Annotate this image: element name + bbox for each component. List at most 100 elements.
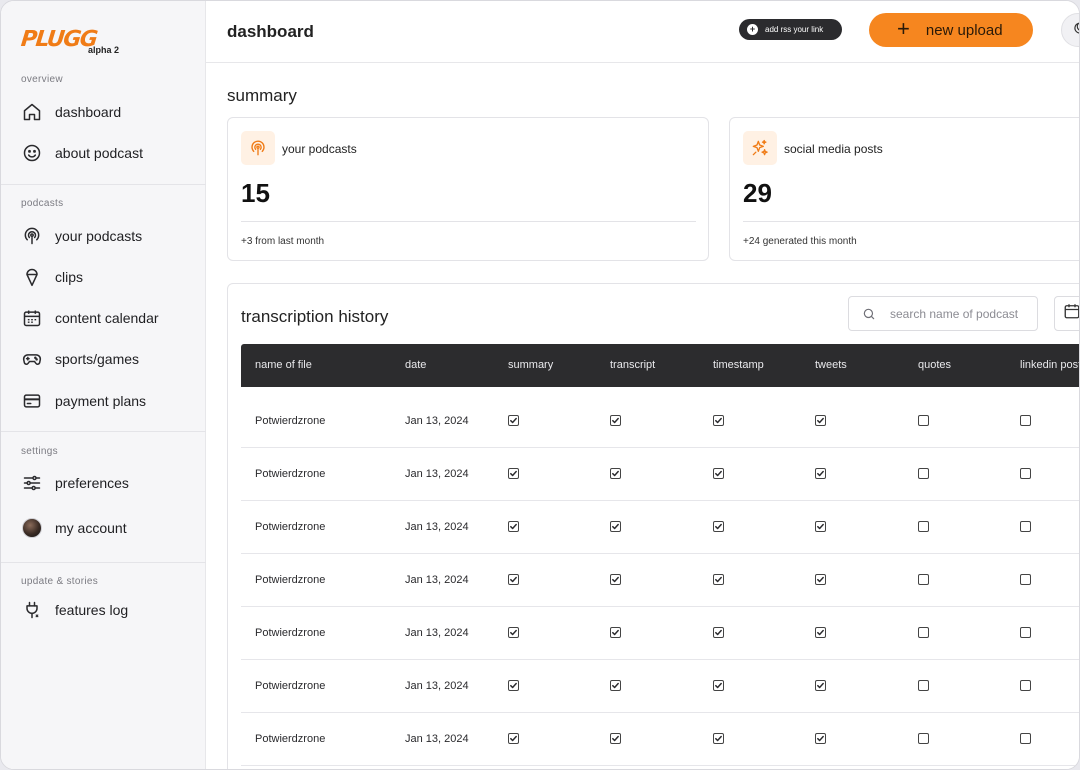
column-header[interactable]: quotes	[918, 359, 951, 371]
sidebar-item-preferences[interactable]: preferences	[21, 468, 196, 498]
checkbox-unchecked[interactable]	[918, 521, 929, 532]
card-label: your podcasts	[282, 142, 357, 156]
checkbox-unchecked[interactable]	[1020, 468, 1031, 479]
sidebar-item-about-podcast[interactable]: about podcast	[21, 138, 196, 168]
checkbox-checked[interactable]	[815, 521, 826, 532]
checkbox-checked[interactable]	[815, 415, 826, 426]
file-name-cell: Potwierdzrone	[255, 733, 326, 745]
file-name-cell: Potwierdzrone	[255, 627, 326, 639]
sidebar: PLUGG alpha 2 overview dashboard about p…	[1, 1, 206, 769]
checkbox-checked[interactable]	[815, 680, 826, 691]
checkbox-checked[interactable]	[815, 574, 826, 585]
theme-toggle-button[interactable]	[1061, 13, 1079, 47]
sidebar-item-features-log[interactable]: features log	[21, 595, 196, 625]
checkbox-checked[interactable]	[610, 468, 621, 479]
sidebar-item-label: your podcasts	[55, 228, 143, 244]
checkbox-checked[interactable]	[713, 415, 724, 426]
plug-icon	[21, 599, 43, 621]
new-upload-label: new upload	[925, 21, 1003, 39]
checkbox-checked[interactable]	[815, 468, 826, 479]
checkbox-checked[interactable]	[610, 680, 621, 691]
table-row[interactable]: Potwierdzrone Jan 13, 2024	[241, 448, 1079, 501]
logo[interactable]: PLUGG alpha 2	[20, 27, 119, 57]
checkbox-checked[interactable]	[508, 468, 519, 479]
checkbox-unchecked[interactable]	[1020, 574, 1031, 585]
sidebar-item-label: clips	[55, 269, 84, 285]
table-row[interactable]: Potwierdzrone Jan 13, 2024	[241, 501, 1079, 554]
checkbox-checked[interactable]	[610, 733, 621, 744]
moon-icon	[1073, 21, 1079, 40]
sidebar-item-clips[interactable]: clips	[21, 262, 196, 292]
column-header[interactable]: tweets	[815, 359, 847, 371]
date-cell: Jan 13, 2024	[405, 733, 469, 745]
checkbox-checked[interactable]	[815, 627, 826, 638]
card-divider	[241, 221, 696, 222]
checkbox-checked[interactable]	[508, 733, 519, 744]
sparkle-icon	[743, 131, 777, 165]
checkbox-checked[interactable]	[815, 733, 826, 744]
date-filter-button[interactable]	[1054, 296, 1079, 331]
checkbox-checked[interactable]	[508, 680, 519, 691]
checkbox-unchecked[interactable]	[1020, 733, 1031, 744]
sidebar-item-label: payment plans	[55, 393, 147, 409]
checkbox-checked[interactable]	[610, 415, 621, 426]
sidebar-item-sports-games[interactable]: sports/games	[21, 344, 196, 374]
checkbox-checked[interactable]	[713, 680, 724, 691]
sidebar-item-dashboard[interactable]: dashboard	[21, 97, 196, 127]
file-name-cell: Potwierdzrone	[255, 521, 326, 533]
table-row[interactable]: Potwierdzrone Jan 13, 2024	[241, 713, 1079, 766]
file-name-cell: Potwierdzrone	[255, 574, 326, 586]
search-input[interactable]	[890, 306, 1035, 321]
checkbox-unchecked[interactable]	[1020, 521, 1031, 532]
add-rss-link-button[interactable]: + add rss your link	[739, 19, 842, 40]
checkbox-unchecked[interactable]	[918, 733, 929, 744]
table-body: Potwierdzrone Jan 13, 2024 Potwierdzrone Ja…	[241, 387, 1079, 766]
checkbox-checked[interactable]	[713, 521, 724, 532]
column-header[interactable]: timestamp	[713, 359, 764, 371]
checkbox-checked[interactable]	[508, 627, 519, 638]
column-header[interactable]: name of file	[255, 359, 312, 371]
checkbox-unchecked[interactable]	[918, 415, 929, 426]
table-row[interactable]: Potwierdzrone Jan 13, 2024	[241, 395, 1079, 448]
checkbox-unchecked[interactable]	[1020, 415, 1031, 426]
card-value: 29	[743, 178, 772, 208]
checkbox-checked[interactable]	[713, 574, 724, 585]
checkbox-unchecked[interactable]	[918, 680, 929, 691]
checkbox-checked[interactable]	[508, 521, 519, 532]
search-box[interactable]	[848, 296, 1038, 331]
column-header[interactable]: linkedin posts	[1020, 359, 1079, 371]
table-row[interactable]: Potwierdzrone Jan 13, 2024	[241, 554, 1079, 607]
checkbox-unchecked[interactable]	[918, 574, 929, 585]
podcast-icon	[241, 131, 275, 165]
table-row[interactable]: Potwierdzrone Jan 13, 2024	[241, 660, 1079, 713]
checkbox-checked[interactable]	[610, 627, 621, 638]
sidebar-item-payment-plans[interactable]: payment plans	[21, 386, 196, 416]
column-header[interactable]: summary	[508, 359, 553, 371]
checkbox-checked[interactable]	[610, 521, 621, 532]
sidebar-item-label: content calendar	[55, 310, 159, 326]
sidebar-item-label: my account	[55, 520, 127, 536]
new-upload-button[interactable]: + new upload	[869, 13, 1033, 47]
table-row[interactable]: Potwierdzrone Jan 13, 2024	[241, 607, 1079, 660]
podcast-icon	[21, 225, 43, 247]
checkbox-unchecked[interactable]	[1020, 680, 1031, 691]
smiley-icon	[21, 142, 43, 164]
section-label-overview: overview	[21, 74, 63, 85]
checkbox-checked[interactable]	[508, 574, 519, 585]
checkbox-checked[interactable]	[610, 574, 621, 585]
ice-cream-icon	[21, 266, 43, 288]
sidebar-item-your-podcasts[interactable]: your podcasts	[21, 221, 196, 251]
column-header[interactable]: date	[405, 359, 426, 371]
checkbox-checked[interactable]	[713, 468, 724, 479]
checkbox-unchecked[interactable]	[1020, 627, 1031, 638]
checkbox-checked[interactable]	[713, 627, 724, 638]
checkbox-unchecked[interactable]	[918, 468, 929, 479]
file-name-cell: Potwierdzrone	[255, 468, 326, 480]
sidebar-item-content-calendar[interactable]: content calendar	[21, 303, 196, 333]
checkbox-checked[interactable]	[508, 415, 519, 426]
sidebar-item-my-account[interactable]: my account	[21, 513, 196, 543]
checkbox-checked[interactable]	[713, 733, 724, 744]
table-header: name of file date summary transcript timesta…	[241, 344, 1079, 387]
checkbox-unchecked[interactable]	[918, 627, 929, 638]
column-header[interactable]: transcript	[610, 359, 655, 371]
